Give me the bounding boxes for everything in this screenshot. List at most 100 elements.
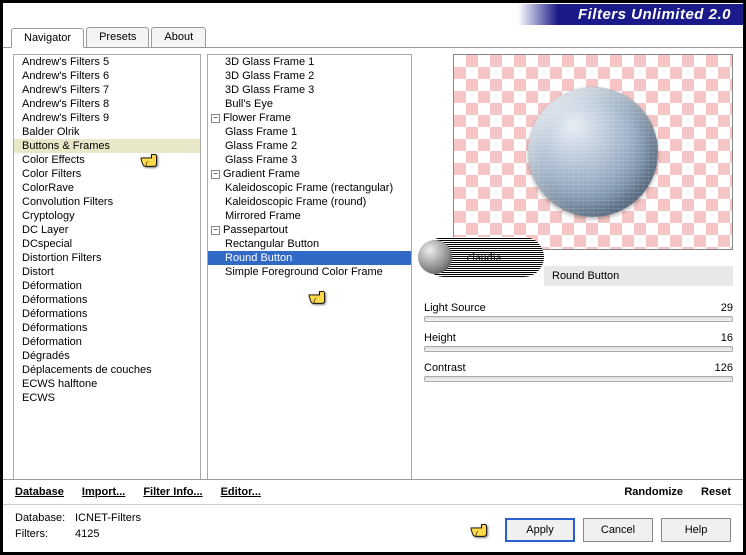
filter-item[interactable]: Rectangular Button [208,237,411,251]
category-item[interactable]: Andrew's Filters 8 [14,97,200,111]
preview-round-button [528,87,658,217]
filter-label: Gradient Frame [223,168,300,180]
app-title: Filters Unlimited 2.0 [518,4,743,25]
category-column: Andrew's Filters 5Andrew's Filters 6Andr… [13,54,201,479]
filter-group[interactable]: −Passepartout [208,223,411,237]
parameter-name: Height [424,332,456,344]
category-item[interactable]: Cryptology [14,209,200,223]
tab-navigator[interactable]: Navigator [11,28,84,48]
filter-group[interactable]: −Flower Frame [208,111,411,125]
footer: Database:ICNET-Filters Filters:4125 Appl… [3,504,743,552]
filter-label: Flower Frame [223,112,291,124]
filter-label: 3D Glass Frame 3 [225,84,314,96]
parameter-value: 16 [721,332,733,344]
category-item[interactable]: Color Effects [14,153,200,167]
filter-label: Passepartout [223,224,288,236]
collapse-icon[interactable]: − [211,226,220,235]
category-item[interactable]: Distortion Filters [14,251,200,265]
parameter-slider[interactable] [424,346,733,352]
tab-about[interactable]: About [151,27,206,47]
parameter-name: Light Source [424,302,486,314]
collapse-icon[interactable]: − [211,170,220,179]
parameter-value: 29 [721,302,733,314]
category-item[interactable]: Balder Olrik [14,125,200,139]
filter-label: Kaleidoscopic Frame (rectangular) [225,182,393,194]
filter-item[interactable]: Glass Frame 3 [208,153,411,167]
filter-item[interactable]: Mirrored Frame [208,209,411,223]
toolbar-reset[interactable]: Reset [701,486,731,498]
watermark: claudia [424,237,544,277]
filter-item[interactable]: Bull's Eye [208,97,411,111]
category-item[interactable]: ColorRave [14,181,200,195]
collapse-icon[interactable]: − [211,114,220,123]
parameter-row: Light Source 29 [424,302,733,322]
parameter-name: Contrast [424,362,466,374]
toolbar-filter-info[interactable]: Filter Info... [143,486,202,498]
category-list[interactable]: Andrew's Filters 5Andrew's Filters 6Andr… [13,54,201,479]
category-item[interactable]: ECWS halftone [14,377,200,391]
category-item[interactable]: Andrew's Filters 6 [14,69,200,83]
filter-item[interactable]: 3D Glass Frame 3 [208,83,411,97]
main-area: Andrew's Filters 5Andrew's Filters 6Andr… [3,48,743,479]
apply-button[interactable]: Apply [505,518,575,542]
filter-label: Glass Frame 1 [225,126,297,138]
category-item[interactable]: Déformations [14,293,200,307]
toolbar-editor[interactable]: Editor... [221,486,261,498]
filter-label: Round Button [225,252,292,264]
cancel-button[interactable]: Cancel [583,518,653,542]
category-item[interactable]: Andrew's Filters 9 [14,111,200,125]
filter-label: Kaleidoscopic Frame (round) [225,196,366,208]
toolbar-database[interactable]: Database [15,486,64,498]
filter-label: Bull's Eye [225,98,273,110]
category-item[interactable]: Convolution Filters [14,195,200,209]
category-item[interactable]: Déformations [14,321,200,335]
filter-label: Simple Foreground Color Frame [225,266,383,278]
filter-column: 3D Glass Frame 1 3D Glass Frame 2 3D Glass… [207,54,412,479]
pointing-hand-icon [469,519,497,541]
filter-item[interactable]: Glass Frame 2 [208,139,411,153]
parameter-slider[interactable] [424,316,733,322]
filter-item[interactable]: Kaleidoscopic Frame (rectangular) [208,181,411,195]
category-item[interactable]: DCspecial [14,237,200,251]
help-button[interactable]: Help [661,518,731,542]
filter-item[interactable]: Simple Foreground Color Frame [208,265,411,279]
toolbar: Database Import... Filter Info... Editor… [3,479,743,504]
filter-item[interactable]: Glass Frame 1 [208,125,411,139]
category-item[interactable]: Color Filters [14,167,200,181]
filter-group[interactable]: −Gradient Frame [208,167,411,181]
preview-column: claudia Round Button Light Source 29 Heigh… [418,54,733,479]
category-item[interactable]: Déformations [14,307,200,321]
filter-item[interactable]: Round Button [208,251,411,265]
app-window: Filters Unlimited 2.0 Navigator Presets … [0,0,746,555]
filter-item[interactable]: Kaleidoscopic Frame (round) [208,195,411,209]
category-item[interactable]: Distort [14,265,200,279]
category-item[interactable]: DC Layer [14,223,200,237]
category-item[interactable]: Dégradés [14,349,200,363]
filter-label: 3D Glass Frame 2 [225,70,314,82]
filter-item[interactable]: 3D Glass Frame 2 [208,69,411,83]
tab-presets[interactable]: Presets [86,27,149,47]
selected-filter-name: Round Button [544,266,733,286]
parameter-row: Height 16 [424,332,733,352]
filter-preview: claudia [453,54,733,250]
filter-label: Glass Frame 3 [225,154,297,166]
footer-buttons: Apply Cancel Help [469,518,731,542]
category-item[interactable]: ECWS [14,391,200,405]
parameter-row: Contrast 126 [424,362,733,382]
category-item[interactable]: Déformation [14,279,200,293]
category-item[interactable]: Andrew's Filters 7 [14,83,200,97]
category-item[interactable]: Déformation [14,335,200,349]
filter-item[interactable]: 3D Glass Frame 1 [208,55,411,69]
category-item[interactable]: Buttons & Frames [14,139,200,153]
parameter-value: 126 [715,362,733,374]
toolbar-randomize[interactable]: Randomize [624,486,683,498]
category-item[interactable]: Andrew's Filters 5 [14,55,200,69]
filter-label: Mirrored Frame [225,210,301,222]
filter-list[interactable]: 3D Glass Frame 1 3D Glass Frame 2 3D Glass… [207,54,412,479]
filter-label: 3D Glass Frame 1 [225,56,314,68]
toolbar-import[interactable]: Import... [82,486,125,498]
parameter-slider[interactable] [424,376,733,382]
parameter-panel: Light Source 29 Height 16 Contrast 126 [424,302,733,392]
titlebar: Filters Unlimited 2.0 [3,3,743,25]
category-item[interactable]: Déplacements de couches [14,363,200,377]
